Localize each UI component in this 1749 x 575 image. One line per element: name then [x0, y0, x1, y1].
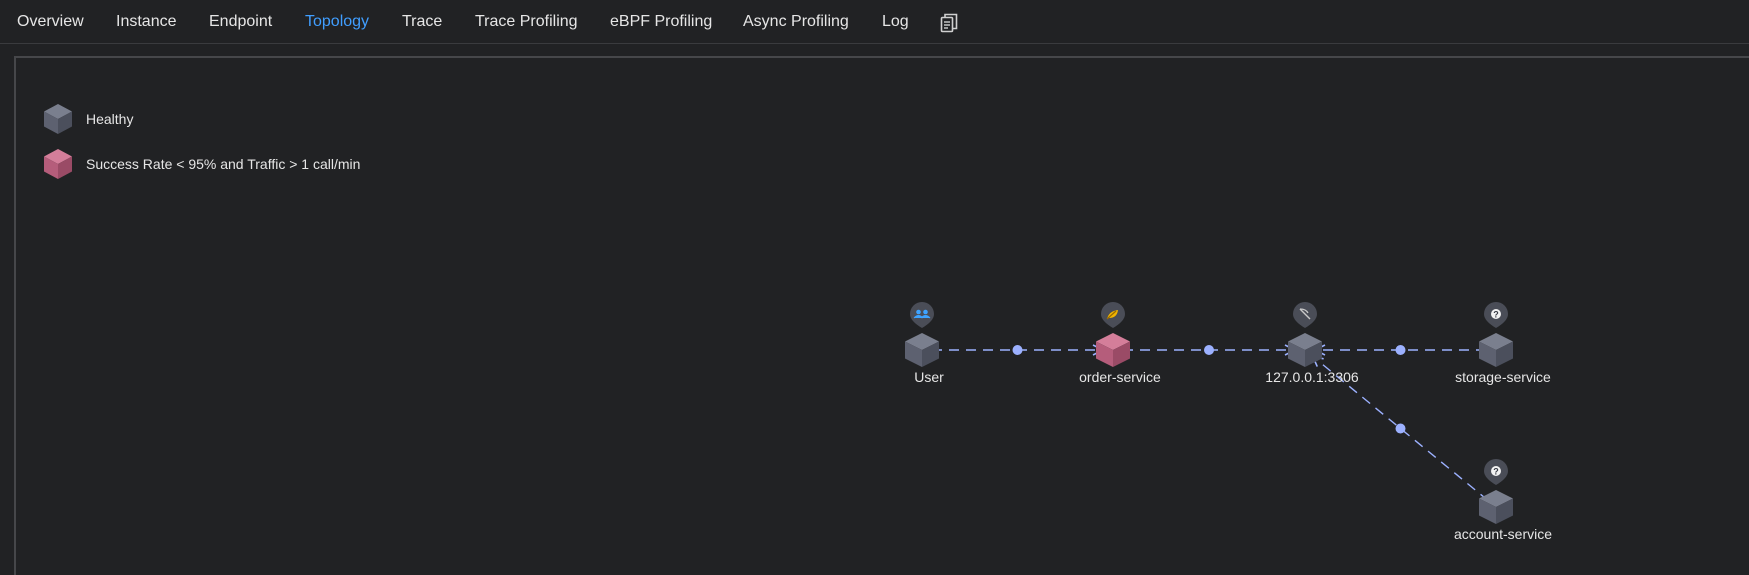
- node-label: storage-service: [1455, 369, 1551, 385]
- topology-node-storage[interactable]: ? storage-service: [1455, 302, 1551, 385]
- cube-icon: [1479, 490, 1513, 524]
- unknown-service-icon: ?: [1484, 459, 1508, 485]
- topology-node-user[interactable]: User: [905, 302, 944, 385]
- node-label: order-service: [1079, 369, 1161, 385]
- cube-icon: [905, 333, 939, 367]
- svg-text:?: ?: [1493, 310, 1499, 320]
- link-metric-dot[interactable]: [1395, 345, 1406, 355]
- link-metric-dot[interactable]: [1012, 345, 1023, 355]
- topology-node-order[interactable]: order-service: [1079, 302, 1161, 385]
- cube-icon: [1288, 333, 1322, 367]
- cube-icon: [1479, 333, 1513, 367]
- cube-icon: [1096, 333, 1130, 367]
- node-label: account-service: [1454, 526, 1552, 542]
- link-metric-dot[interactable]: [1395, 423, 1406, 434]
- database-feather-icon: [1293, 302, 1317, 328]
- users-icon: [910, 302, 934, 328]
- spring-icon: [1101, 302, 1125, 328]
- node-label: 127.0.0.1:3306: [1265, 369, 1359, 385]
- topology-graph: User order-service 127.0.0.1:3306? storage-…: [905, 302, 1552, 542]
- topology-node-account[interactable]: ? account-service: [1454, 459, 1552, 542]
- topology-node-mysql[interactable]: 127.0.0.1:3306: [1265, 302, 1359, 385]
- unknown-service-icon: ?: [1484, 302, 1508, 328]
- node-label: User: [914, 369, 944, 385]
- svg-text:?: ?: [1493, 467, 1499, 477]
- link-metric-dot[interactable]: [1204, 345, 1214, 355]
